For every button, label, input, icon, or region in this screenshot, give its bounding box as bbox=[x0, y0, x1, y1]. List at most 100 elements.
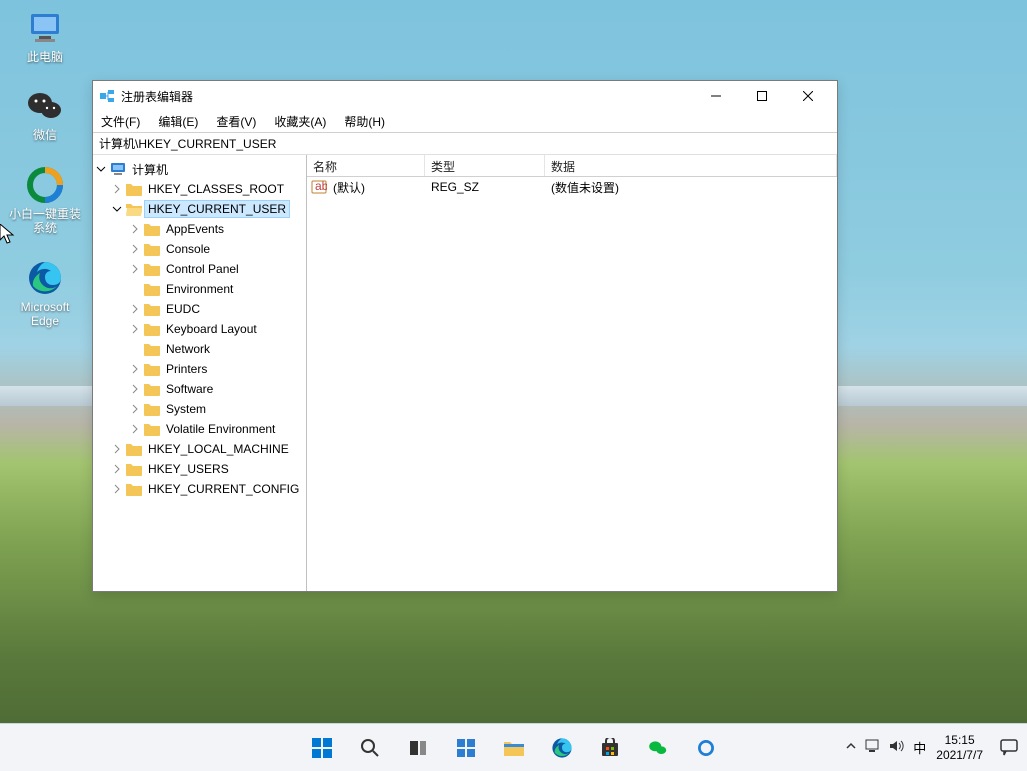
tree-hive[interactable]: HKEY_CLASSES_ROOT bbox=[93, 179, 306, 199]
folder-icon bbox=[144, 322, 160, 336]
menu-view[interactable]: 查看(V) bbox=[214, 111, 258, 132]
chevron-right-icon[interactable] bbox=[129, 223, 141, 235]
tree-subkey[interactable]: Printers bbox=[93, 359, 306, 379]
start-button[interactable] bbox=[302, 728, 342, 768]
tree-subkey[interactable]: Control Panel bbox=[93, 259, 306, 279]
widgets-button[interactable] bbox=[446, 728, 486, 768]
tree-subkey[interactable]: EUDC bbox=[93, 299, 306, 319]
desktop-icon-this-pc[interactable]: 此电脑 bbox=[10, 8, 80, 64]
tree-subkey[interactable]: Network bbox=[93, 339, 306, 359]
task-view-button[interactable] bbox=[398, 728, 438, 768]
tree-label: EUDC bbox=[163, 301, 203, 317]
desktop-background: 此电脑 微信 小白一键重装系统 Microsoft Edge 注册表 bbox=[0, 0, 1027, 771]
tree-label: Software bbox=[163, 381, 216, 397]
tray-icons: 中 bbox=[845, 738, 926, 757]
tray-overflow-icon[interactable] bbox=[845, 740, 857, 755]
values-pane[interactable]: 名称 类型 数据 ab (默认) REG_SZ (数值未设置) bbox=[307, 155, 837, 591]
chevron-right-icon[interactable] bbox=[129, 403, 141, 415]
menu-file[interactable]: 文件(F) bbox=[99, 111, 142, 132]
explorer-button[interactable] bbox=[494, 728, 534, 768]
chevron-right-icon[interactable] bbox=[111, 483, 123, 495]
maximize-button[interactable] bbox=[739, 81, 785, 111]
search-button[interactable] bbox=[350, 728, 390, 768]
address-input[interactable] bbox=[93, 133, 837, 154]
desktop-icon-label: 此电脑 bbox=[5, 50, 85, 64]
close-button[interactable] bbox=[785, 81, 831, 111]
tree-label: HKEY_USERS bbox=[145, 461, 232, 477]
volume-icon[interactable] bbox=[889, 739, 905, 756]
minimize-button[interactable] bbox=[693, 81, 739, 111]
chevron-down-icon[interactable] bbox=[111, 203, 123, 215]
edge-icon bbox=[25, 258, 65, 298]
menu-help[interactable]: 帮助(H) bbox=[342, 111, 387, 132]
col-type[interactable]: 类型 bbox=[425, 155, 545, 176]
tree-label: System bbox=[163, 401, 209, 417]
chevron-right-icon[interactable] bbox=[111, 463, 123, 475]
tree-label: Console bbox=[163, 241, 213, 257]
col-data[interactable]: 数据 bbox=[545, 155, 837, 176]
tree-root[interactable]: 计算机 bbox=[93, 159, 306, 179]
desktop-icon-xiaobai[interactable]: 小白一键重装系统 bbox=[10, 165, 80, 236]
chevron-right-icon[interactable] bbox=[129, 323, 141, 335]
value-data: (数值未设置) bbox=[545, 179, 837, 196]
tree-subkey[interactable]: Environment bbox=[93, 279, 306, 299]
tree-label: Printers bbox=[163, 361, 210, 377]
folder-icon bbox=[144, 422, 160, 436]
address-bar bbox=[93, 133, 837, 155]
tree-subkey[interactable]: Console bbox=[93, 239, 306, 259]
tree-label: Control Panel bbox=[163, 261, 242, 277]
menu-edit[interactable]: 编辑(E) bbox=[156, 111, 200, 132]
chevron-right-icon[interactable] bbox=[129, 383, 141, 395]
store-button[interactable] bbox=[590, 728, 630, 768]
tree-subkey[interactable]: AppEvents bbox=[93, 219, 306, 239]
clock[interactable]: 15:15 2021/7/7 bbox=[936, 733, 983, 762]
tree-label: Environment bbox=[163, 281, 236, 297]
chevron-right-icon[interactable] bbox=[129, 263, 141, 275]
folder-icon bbox=[144, 302, 160, 316]
tree-subkey[interactable]: System bbox=[93, 399, 306, 419]
date-text: 2021/7/7 bbox=[936, 748, 983, 762]
notifications-button[interactable] bbox=[999, 737, 1021, 759]
tree-hive[interactable]: HKEY_LOCAL_MACHINE bbox=[93, 439, 306, 459]
folder-icon bbox=[144, 342, 160, 356]
folder-icon bbox=[144, 282, 160, 296]
chevron-right-icon[interactable] bbox=[111, 443, 123, 455]
tree-subkey[interactable]: Keyboard Layout bbox=[93, 319, 306, 339]
tree-hive[interactable]: HKEY_CURRENT_CONFIG bbox=[93, 479, 306, 499]
tree-subkey[interactable]: Volatile Environment bbox=[93, 419, 306, 439]
tree-hive[interactable]: HKEY_CURRENT_USER bbox=[93, 199, 306, 219]
desktop-icon-label: 小白一键重装系统 bbox=[5, 207, 85, 236]
desktop-icon-wechat[interactable]: 微信 bbox=[10, 86, 80, 142]
expander-empty bbox=[129, 343, 141, 355]
tree-label: Keyboard Layout bbox=[163, 321, 260, 337]
wechat-taskbar-button[interactable] bbox=[638, 728, 678, 768]
chevron-right-icon[interactable] bbox=[111, 183, 123, 195]
window-controls bbox=[693, 81, 831, 111]
chevron-right-icon[interactable] bbox=[129, 363, 141, 375]
value-row-default[interactable]: ab (默认) REG_SZ (数值未设置) bbox=[307, 177, 837, 197]
tree-pane[interactable]: 计算机 HKEY_CLASSES_ROOT HKEY_CURRENT_USER Ap… bbox=[93, 155, 307, 591]
tree-label: 计算机 bbox=[129, 160, 171, 179]
folder-icon bbox=[144, 362, 160, 376]
chevron-right-icon[interactable] bbox=[129, 303, 141, 315]
tree-label: HKEY_CURRENT_USER bbox=[145, 201, 289, 217]
tree-hive[interactable]: HKEY_USERS bbox=[93, 459, 306, 479]
edge-taskbar-button[interactable] bbox=[542, 728, 582, 768]
xiaobai-taskbar-button[interactable] bbox=[686, 728, 726, 768]
chevron-right-icon[interactable] bbox=[129, 423, 141, 435]
taskbar-center bbox=[302, 724, 726, 771]
folder-icon bbox=[126, 462, 142, 476]
wechat-icon bbox=[25, 86, 65, 126]
desktop-icon-edge[interactable]: Microsoft Edge bbox=[10, 258, 80, 329]
titlebar[interactable]: 注册表编辑器 bbox=[93, 81, 837, 111]
menu-favorites[interactable]: 收藏夹(A) bbox=[272, 111, 328, 132]
chevron-down-icon[interactable] bbox=[95, 163, 107, 175]
desktop-icon-label: 微信 bbox=[5, 128, 85, 142]
folder-icon bbox=[144, 242, 160, 256]
regedit-window: 注册表编辑器 文件(F) 编辑(E) 查看(V) 收藏夹(A) 帮助(H) bbox=[92, 80, 838, 592]
chevron-right-icon[interactable] bbox=[129, 243, 141, 255]
col-name[interactable]: 名称 bbox=[307, 155, 425, 176]
tree-subkey[interactable]: Software bbox=[93, 379, 306, 399]
ime-indicator[interactable]: 中 bbox=[913, 738, 926, 757]
network-icon[interactable] bbox=[865, 739, 881, 756]
